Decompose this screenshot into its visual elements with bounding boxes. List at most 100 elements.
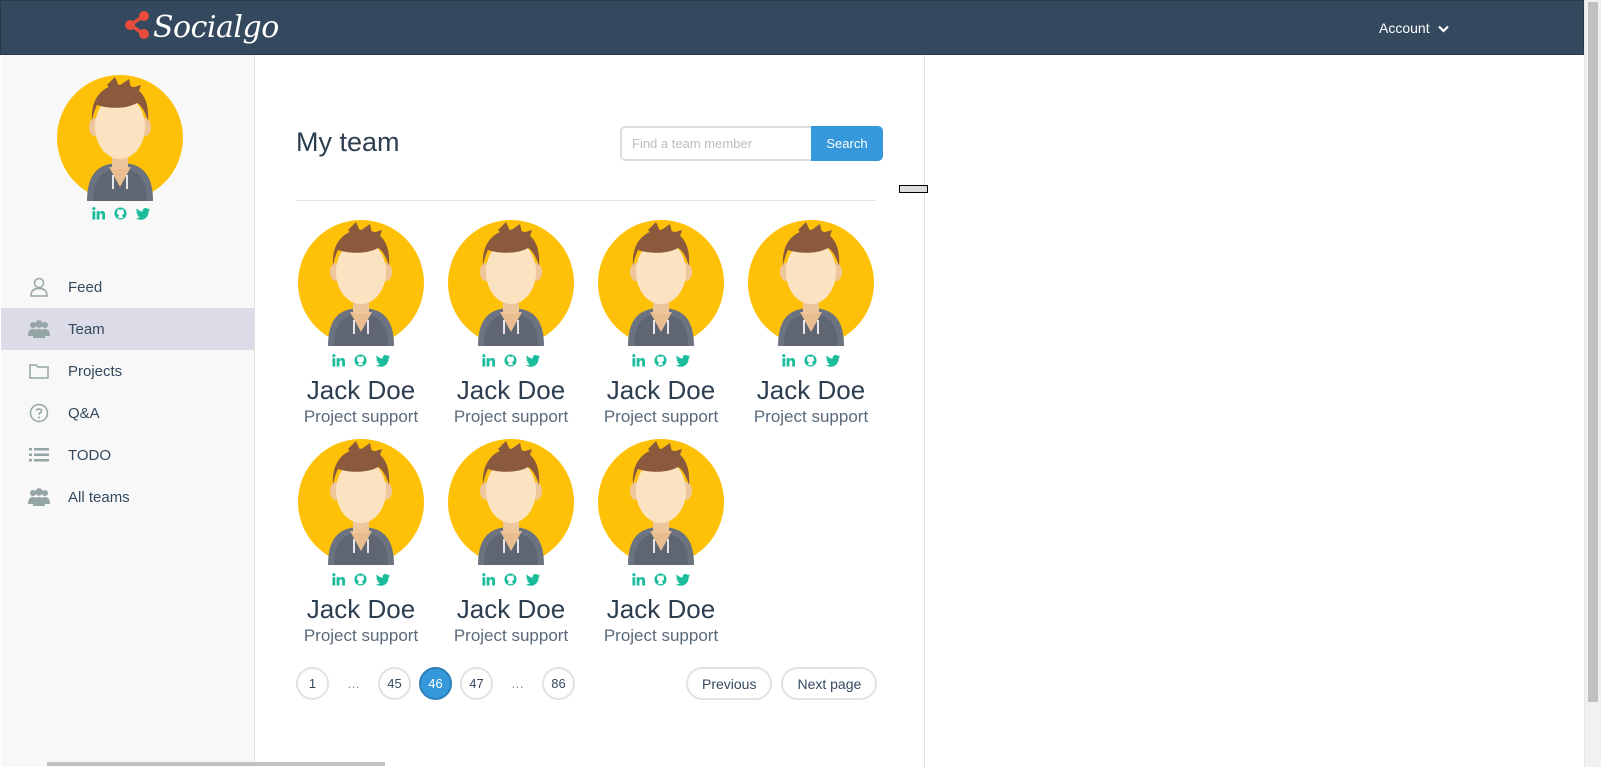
twitter-icon[interactable] (526, 354, 540, 372)
member-name[interactable]: Jack Doe (307, 375, 415, 405)
member-social-links (448, 573, 575, 591)
github-icon[interactable] (354, 573, 367, 591)
twitter-icon[interactable] (376, 573, 390, 591)
page-ellipsis: … (511, 676, 524, 691)
sidebar-item-label: Feed (68, 278, 103, 296)
users-icon (28, 486, 50, 508)
team-member-card[interactable]: Jack Doe Project support (446, 439, 576, 646)
horizontal-scrollbar[interactable] (47, 762, 385, 766)
member-social-links (298, 573, 425, 591)
team-grid: Jack Doe Project support Jack Doe Projec… (296, 220, 896, 646)
sidebar-nav: Feed Team Projects Q&A TODO All teams (1, 266, 254, 518)
scrollbar-thumb[interactable] (1588, 2, 1598, 702)
linkedin-icon[interactable] (482, 573, 495, 591)
member-name[interactable]: Jack Doe (457, 375, 565, 405)
github-icon[interactable] (354, 354, 367, 372)
member-social-links (298, 354, 425, 372)
member-avatar[interactable] (298, 439, 424, 570)
github-icon[interactable] (114, 207, 127, 225)
sidebar-item-label: All teams (68, 488, 130, 506)
share-logo-icon (123, 9, 151, 46)
sidebar-item-feed[interactable]: Feed (1, 266, 254, 308)
member-role: Project support (453, 407, 569, 426)
github-icon[interactable] (804, 354, 817, 372)
divider (296, 200, 876, 201)
linkedin-icon[interactable] (632, 573, 645, 591)
list-icon (28, 444, 50, 466)
team-member-card[interactable]: Jack Doe Project support (296, 220, 426, 427)
twitter-icon[interactable] (136, 207, 150, 225)
team-member-card[interactable]: Jack Doe Project support (746, 220, 876, 427)
pager-nav: Previous Next page (686, 667, 878, 700)
member-name[interactable]: Jack Doe (607, 375, 715, 405)
sidebar-item-label: Team (68, 320, 105, 338)
github-icon[interactable] (504, 573, 517, 591)
page-button[interactable]: 47 (460, 667, 493, 700)
sidebar-item-all-teams[interactable]: All teams (1, 476, 254, 518)
previous-button[interactable]: Previous (686, 667, 773, 700)
search-button[interactable]: Search (811, 126, 883, 161)
github-icon[interactable] (654, 573, 667, 591)
linkedin-icon[interactable] (782, 354, 795, 372)
sidebar-item-team[interactable]: Team (1, 308, 254, 350)
member-name[interactable]: Jack Doe (607, 594, 715, 624)
linkedin-icon[interactable] (332, 354, 345, 372)
page-button[interactable]: 86 (542, 667, 575, 700)
main-content: My team Search Jack Doe Project support (256, 55, 925, 767)
page-button[interactable]: 1 (296, 667, 329, 700)
twitter-icon[interactable] (376, 354, 390, 372)
sidebar-item-todo[interactable]: TODO (1, 434, 254, 476)
account-label: Account (1379, 20, 1430, 36)
resize-handle[interactable] (899, 185, 928, 193)
sidebar-item-label: Q&A (68, 404, 100, 422)
team-member-card[interactable]: Jack Doe Project support (596, 220, 726, 427)
team-member-card[interactable]: Jack Doe Project support (296, 439, 426, 646)
chevron-down-icon (1437, 20, 1449, 36)
github-icon[interactable] (654, 354, 667, 372)
linkedin-icon[interactable] (332, 573, 345, 591)
brand-logo[interactable]: Socialgo (123, 9, 279, 46)
vertical-scrollbar[interactable] (1584, 0, 1601, 767)
member-avatar[interactable] (298, 220, 424, 351)
page-title: My team (296, 127, 400, 157)
linkedin-icon[interactable] (92, 207, 105, 225)
team-member-card[interactable]: Jack Doe Project support (596, 439, 726, 646)
page-ellipsis: … (347, 676, 360, 691)
member-social-links (598, 354, 725, 372)
member-role: Project support (453, 626, 569, 645)
page-button-current[interactable]: 46 (419, 667, 452, 700)
member-role: Project support (303, 626, 419, 645)
member-avatar[interactable] (748, 220, 874, 351)
team-member-card[interactable]: Jack Doe Project support (446, 220, 576, 427)
next-page-button[interactable]: Next page (781, 667, 878, 700)
sidebar-item-qa[interactable]: Q&A (1, 392, 254, 434)
twitter-icon[interactable] (826, 354, 840, 372)
linkedin-icon[interactable] (632, 354, 645, 372)
member-avatar[interactable] (448, 439, 574, 570)
profile-avatar[interactable] (57, 75, 183, 206)
member-name[interactable]: Jack Doe (457, 594, 565, 624)
twitter-icon[interactable] (526, 573, 540, 591)
profile-social-links (1, 207, 241, 225)
page-button[interactable]: 45 (378, 667, 411, 700)
sidebar-item-label: TODO (68, 446, 112, 464)
linkedin-icon[interactable] (482, 354, 495, 372)
twitter-icon[interactable] (676, 573, 690, 591)
member-role: Project support (603, 626, 719, 645)
member-name[interactable]: Jack Doe (757, 375, 865, 405)
member-social-links (748, 354, 875, 372)
member-avatar[interactable] (448, 220, 574, 351)
sidebar-item-label: Projects (68, 362, 123, 380)
member-avatar[interactable] (598, 439, 724, 570)
github-icon[interactable] (504, 354, 517, 372)
team-search: Search (620, 126, 883, 161)
member-role: Project support (603, 407, 719, 426)
twitter-icon[interactable] (676, 354, 690, 372)
top-navbar: Socialgo Account (0, 0, 1584, 55)
member-name[interactable]: Jack Doe (307, 594, 415, 624)
sidebar-item-projects[interactable]: Projects (1, 350, 254, 392)
brand-name: Socialgo (153, 10, 279, 45)
search-input[interactable] (620, 126, 811, 161)
account-menu[interactable]: Account (1379, 20, 1449, 36)
member-avatar[interactable] (598, 220, 724, 351)
